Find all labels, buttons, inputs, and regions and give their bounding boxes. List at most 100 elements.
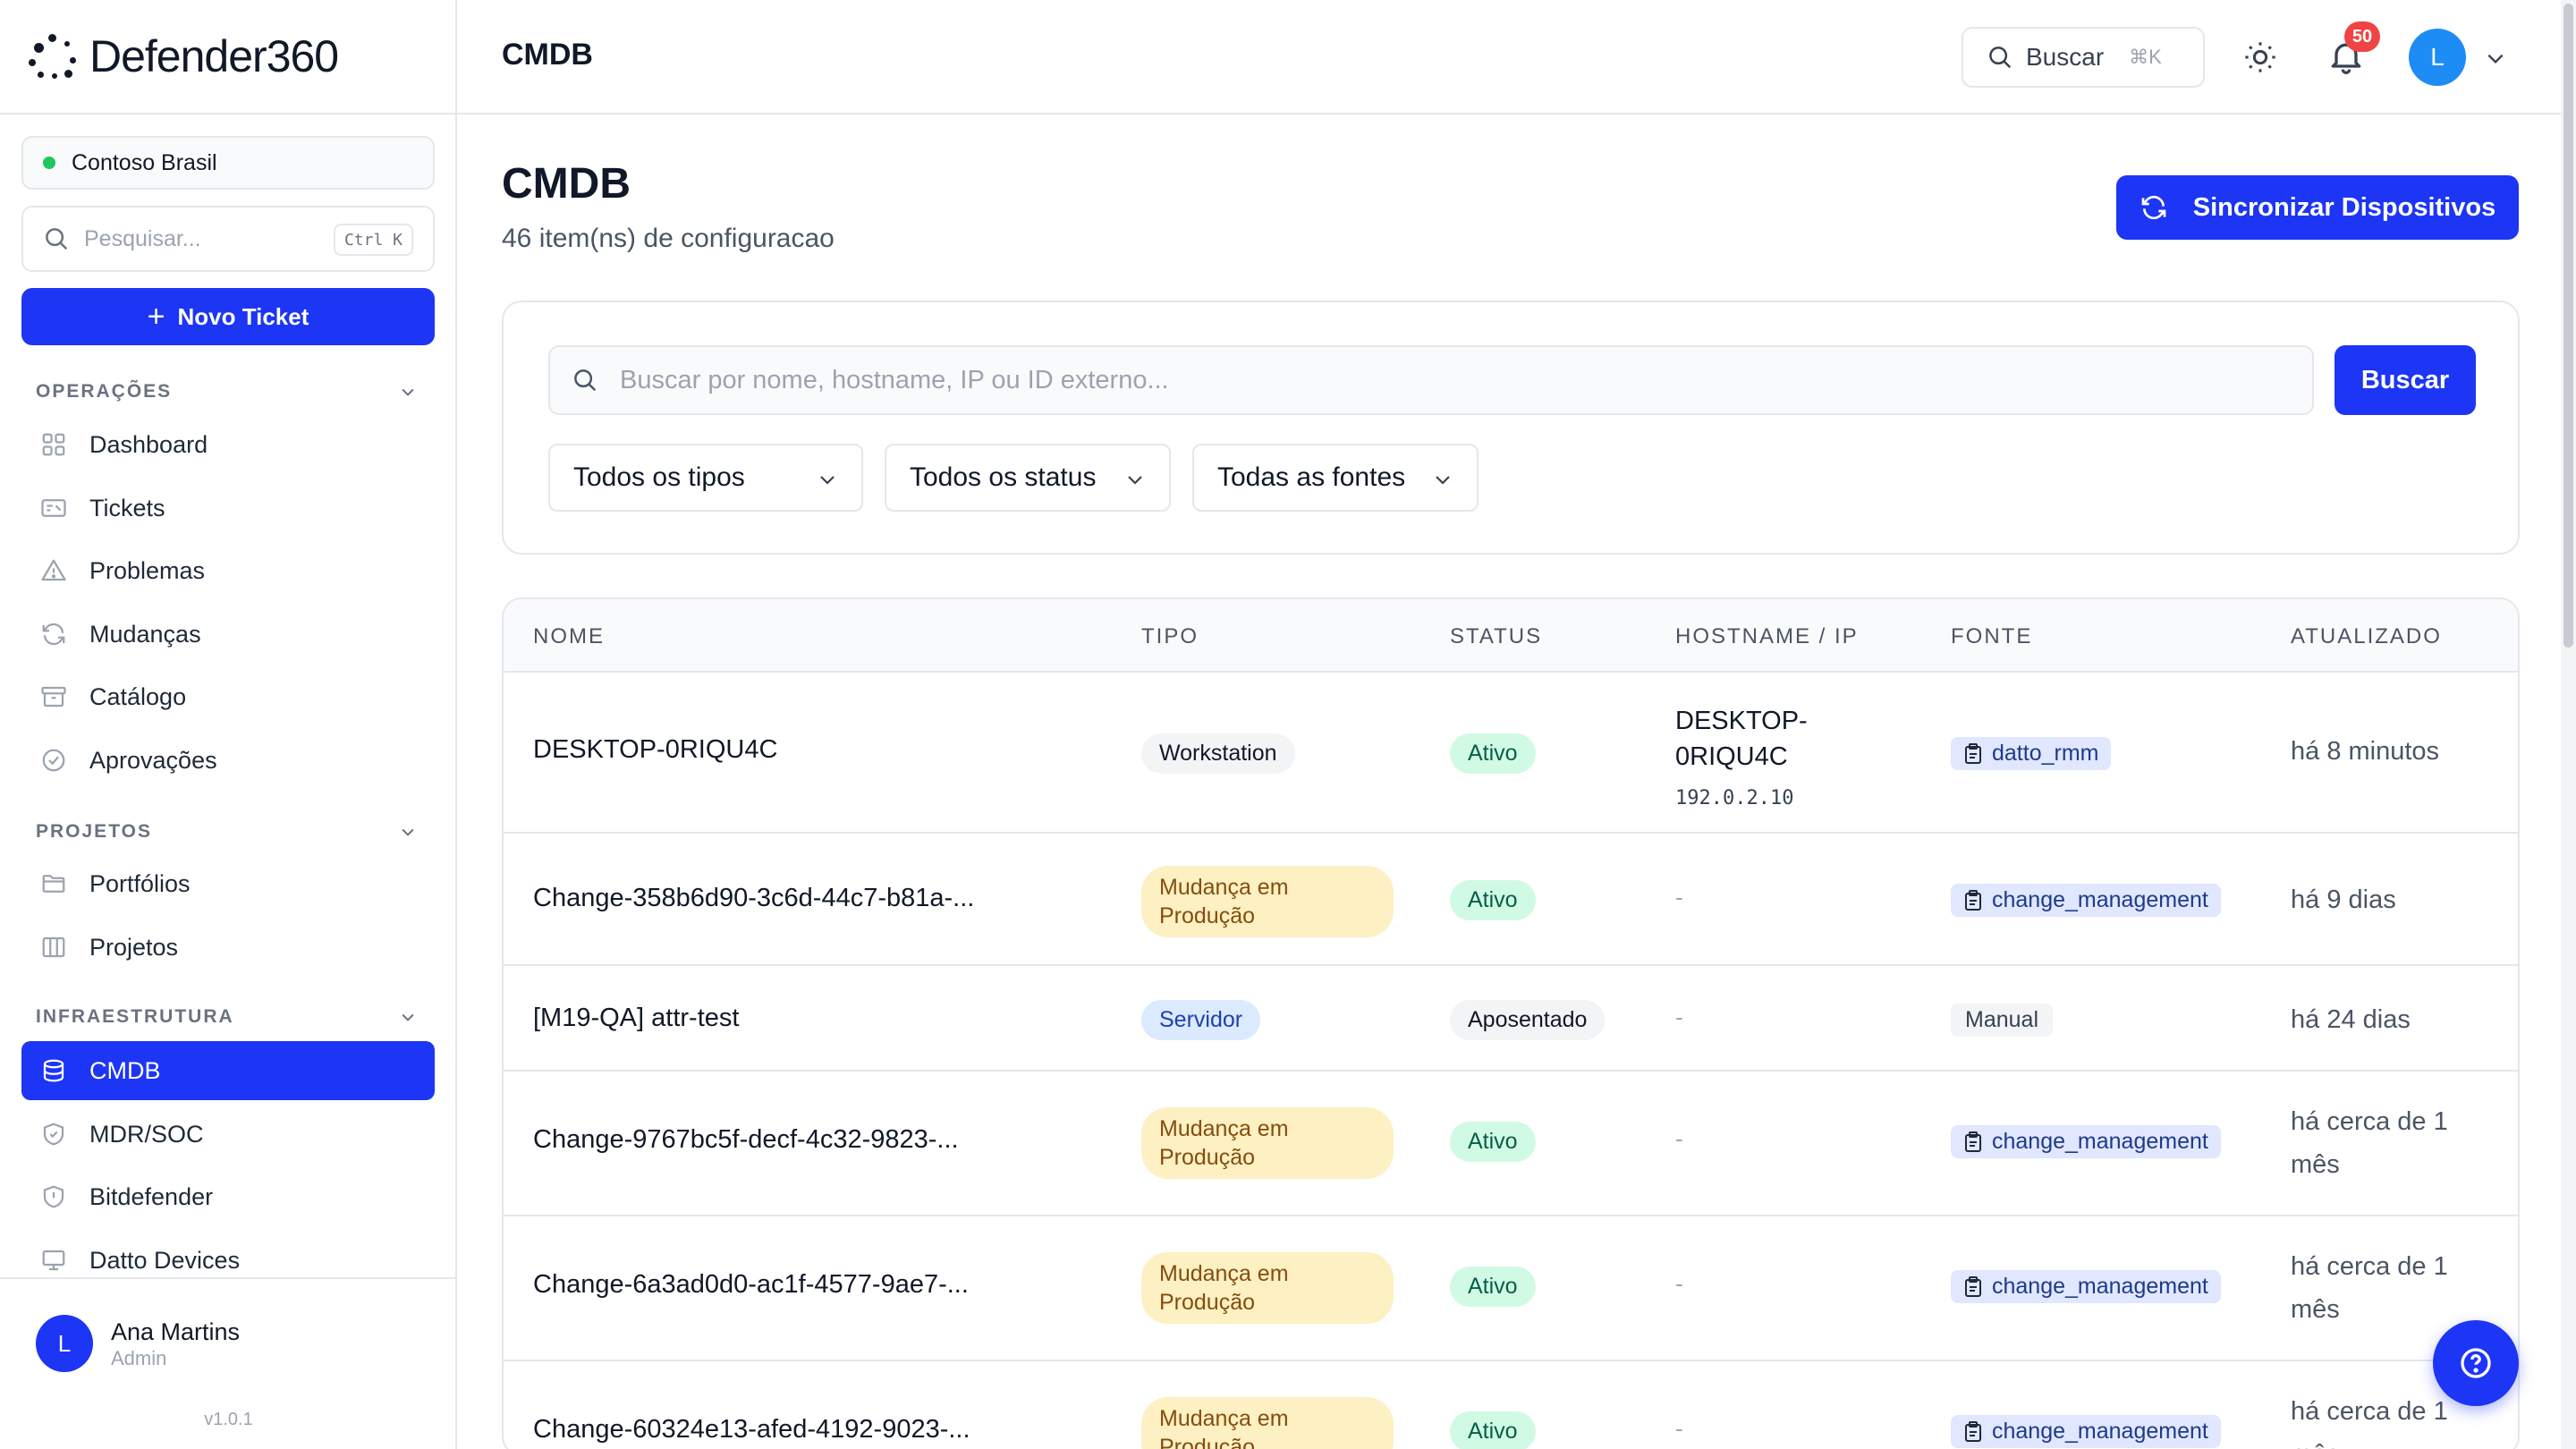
sidebar-item-dashboard[interactable]: Dashboard — [21, 415, 435, 474]
database-icon — [39, 1056, 68, 1085]
section-title-operacoes: OPERAÇÕES — [36, 381, 173, 402]
chevron-down-icon[interactable] — [399, 1008, 417, 1026]
sidebar-item-catalogo[interactable]: Catálogo — [21, 667, 435, 726]
row-updated: há 8 minutos — [2291, 737, 2440, 766]
table-row[interactable]: Change-358b6d90-3c6d-44c7-b81a-... Mudan… — [504, 832, 2518, 964]
user-avatar[interactable]: L — [36, 1315, 93, 1372]
sidebar-search-placeholder: Pesquisar... — [84, 225, 201, 251]
folder-icon — [39, 869, 68, 898]
cmdb-search-input[interactable] — [620, 365, 2230, 395]
row-hostname: DESKTOP- 0RIQU4C — [1675, 707, 1808, 771]
source-filter-value: Todas as fontes — [1217, 462, 1406, 492]
search-button[interactable]: Buscar — [2334, 345, 2476, 415]
sync-devices-button[interactable]: Sincronizar Dispositivos — [2116, 175, 2519, 240]
row-name[interactable]: [M19-QA] attr-test — [533, 1004, 739, 1033]
sidebar-item-aprovacoes[interactable]: Aprovações — [21, 731, 435, 790]
sidebar-search-input[interactable]: Pesquisar... Ctrl K — [21, 206, 435, 272]
search-icon — [574, 369, 597, 392]
cmdb-search-field[interactable] — [548, 345, 2314, 415]
type-badge: Servidor — [1141, 1000, 1261, 1040]
sidebar-item-bitdefender[interactable]: Bitdefender — [21, 1167, 435, 1226]
new-ticket-label: Novo Ticket — [177, 302, 309, 330]
table-row[interactable]: Change-9767bc5f-decf-4c32-9823-... Mudan… — [504, 1070, 2518, 1215]
type-badge: Mudança em Produção — [1141, 1252, 1394, 1324]
status-badge: Ativo — [1450, 880, 1536, 920]
chevron-down-icon[interactable] — [399, 823, 417, 841]
sidebar-item-label: Mudanças — [89, 620, 201, 648]
divider — [0, 113, 457, 114]
sidebar-item-mdr-soc[interactable]: MDR/SOC — [21, 1105, 435, 1164]
help-icon — [2461, 1348, 2491, 1378]
source-badge: datto_rmm — [1951, 737, 2112, 770]
new-ticket-button[interactable]: + Novo Ticket — [21, 288, 435, 345]
column-header-status[interactable]: STATUS — [1450, 624, 1542, 649]
column-header-fonte[interactable]: FONTE — [1951, 624, 2032, 649]
chevron-down-icon[interactable] — [399, 383, 417, 401]
grid-icon — [39, 430, 68, 459]
table-row[interactable]: Change-6a3ad0d0-ac1f-4577-9ae7-... Mudan… — [504, 1215, 2518, 1360]
user-role: Admin — [111, 1347, 167, 1369]
divider — [0, 1277, 457, 1279]
source-badge: change_management — [1951, 1270, 2221, 1303]
section-title-infraestrutura: INFRAESTRUTURA — [36, 1006, 234, 1027]
warning-icon — [39, 556, 68, 585]
status-badge: Ativo — [1450, 1122, 1536, 1162]
sidebar-item-label: Catálogo — [89, 682, 187, 710]
row-ip: 192.0.2.10 — [1675, 787, 1794, 809]
type-badge: Mudança em Produção — [1141, 1107, 1394, 1179]
clipboard-icon — [1965, 1275, 1981, 1297]
type-badge: Mudança em Produção — [1141, 1397, 1394, 1449]
sidebar-item-problemas[interactable]: Problemas — [21, 541, 435, 600]
status-filter-select[interactable]: Todos os status — [885, 444, 1171, 512]
sidebar-item-projetos[interactable]: Projetos — [21, 918, 435, 977]
help-button[interactable] — [2433, 1320, 2519, 1406]
column-header-tipo[interactable]: TIPO — [1141, 624, 1199, 649]
table-row[interactable]: Change-60324e13-afed-4192-9023-... Mudan… — [504, 1360, 2518, 1449]
table-row[interactable]: DESKTOP-0RIQU4C Workstation Ativo DESKTO… — [504, 671, 2518, 832]
sidebar-item-datto-devices[interactable]: Datto Devices — [21, 1231, 435, 1290]
chevron-down-icon[interactable] — [2484, 47, 2507, 70]
status-badge: Ativo — [1450, 733, 1536, 774]
type-badge: Mudança em Produção — [1141, 866, 1394, 937]
scrollbar-thumb[interactable] — [2563, 4, 2573, 648]
sidebar-item-mudancas[interactable]: Mudanças — [21, 605, 435, 664]
row-name[interactable]: Change-358b6d90-3c6d-44c7-b81a-... — [533, 884, 974, 913]
type-filter-select[interactable]: Todos os tipos — [548, 444, 863, 512]
app-name: Defender360 — [89, 31, 339, 81]
row-updated: há 24 dias — [2291, 1005, 2411, 1034]
search-icon — [46, 228, 68, 250]
app-logo[interactable]: Defender360 — [29, 27, 339, 86]
row-name[interactable]: Change-6a3ad0d0-ac1f-4577-9ae7-... — [533, 1270, 969, 1300]
sidebar-item-label: Dashboard — [89, 430, 208, 458]
clipboard-icon — [1965, 1420, 1981, 1442]
row-hostname: - — [1675, 1125, 1683, 1152]
global-search-label: Buscar — [2026, 43, 2105, 71]
org-name: Contoso Brasil — [72, 149, 217, 175]
row-name[interactable]: Change-60324e13-afed-4192-9023-... — [533, 1415, 970, 1445]
user-name: Ana Martins — [111, 1318, 241, 1345]
source-filter-select[interactable]: Todas as fontes — [1192, 444, 1479, 512]
clipboard-icon — [1965, 889, 1981, 911]
sidebar-item-label: Datto Devices — [89, 1246, 241, 1274]
column-header-nome[interactable]: NOME — [533, 624, 605, 649]
filter-panel: Buscar Todos os tipos Todos os status To… — [502, 301, 2520, 555]
user-avatar[interactable]: L — [2409, 29, 2466, 86]
topbar: CMDB Buscar ⌘K 50 L — [457, 0, 2561, 114]
columns-icon — [39, 933, 68, 962]
org-selector[interactable]: Contoso Brasil — [21, 136, 435, 190]
status-badge: Ativo — [1450, 1411, 1536, 1449]
theme-toggle-sun-icon[interactable] — [2242, 39, 2278, 75]
column-header-atualizado[interactable]: ATUALIZADO — [2291, 624, 2442, 649]
shortcut-hint: ⌘K — [2129, 46, 2162, 68]
global-search-button[interactable]: Buscar ⌘K — [1962, 27, 2205, 88]
table-row[interactable]: [M19-QA] attr-test Servidor Aposentado -… — [504, 964, 2518, 1070]
sidebar-item-tickets[interactable]: Tickets — [21, 479, 435, 538]
sidebar-item-portfolios[interactable]: Portfólios — [21, 854, 435, 913]
source-badge: change_management — [1951, 1125, 2221, 1158]
sidebar-item-label: Aprovações — [89, 746, 217, 774]
row-hostname: - — [1675, 1004, 1683, 1030]
column-header-hostname[interactable]: HOSTNAME / IP — [1675, 624, 1859, 649]
row-name[interactable]: DESKTOP-0RIQU4C — [533, 735, 777, 765]
sidebar-item-cmdb[interactable]: CMDB — [21, 1041, 435, 1100]
row-name[interactable]: Change-9767bc5f-decf-4c32-9823-... — [533, 1125, 959, 1155]
